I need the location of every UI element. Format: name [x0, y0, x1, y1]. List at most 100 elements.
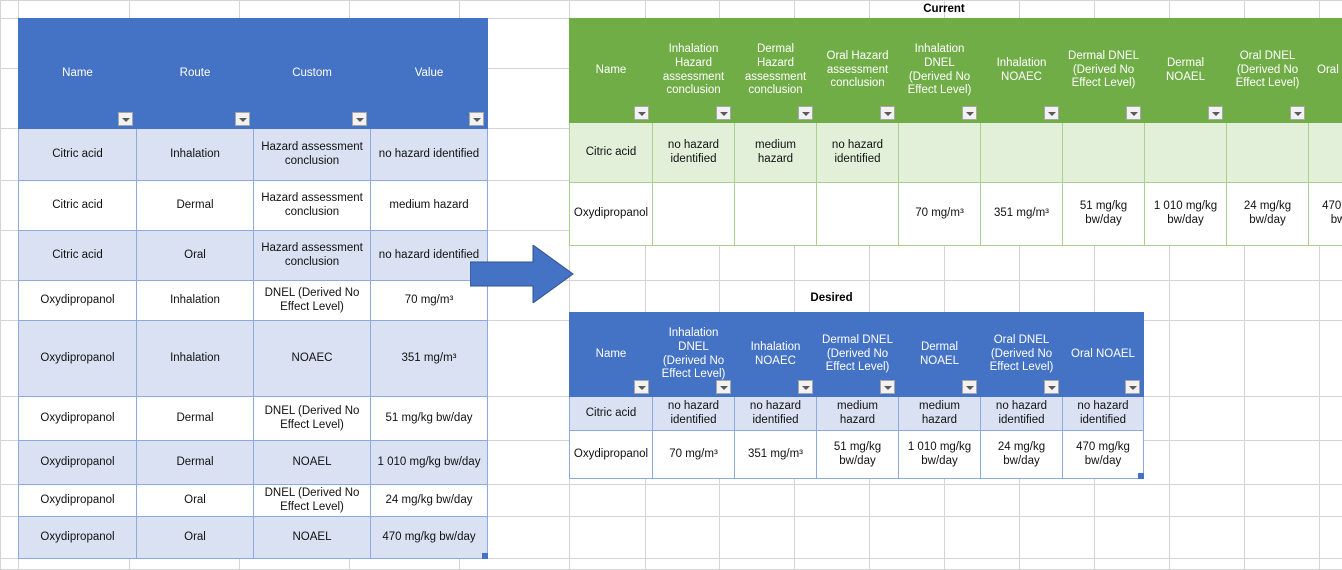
table-cell[interactable]: Hazard assessment conclusion [254, 231, 371, 281]
table-cell[interactable]: Inhalation [137, 129, 254, 181]
filter-dropdown-icon[interactable] [1044, 380, 1059, 394]
source-long-table[interactable]: NameRouteCustomValueCitric acidInhalatio… [18, 18, 488, 559]
table-cell[interactable]: 470 mg/kg bw/day [371, 517, 488, 559]
table-cell[interactable]: 351 mg/m³ [371, 321, 488, 397]
table-cell[interactable]: Citric acid [19, 231, 137, 281]
table-cell[interactable] [1227, 123, 1309, 183]
column-header-5[interactable]: Dermal NOAEL [899, 313, 981, 397]
column-header-1[interactable]: Name [19, 19, 137, 129]
table-cell[interactable]: no hazard identified [735, 397, 817, 431]
column-header-8[interactable]: Dermal NOAEL [1145, 19, 1227, 123]
table-row[interactable]: OxydipropanolOralNOAEL470 mg/kg bw/day [19, 517, 488, 559]
table-cell[interactable]: Oxydipropanol [19, 321, 137, 397]
table-cell[interactable]: Dermal [137, 397, 254, 441]
filter-dropdown-icon[interactable] [634, 106, 649, 120]
table-cell[interactable]: Inhalation [137, 321, 254, 397]
filter-dropdown-icon[interactable] [880, 106, 895, 120]
table-cell[interactable]: 470 mg/kg bw/day [1309, 183, 1342, 246]
table-cell[interactable]: Oxydipropanol [19, 485, 137, 517]
table-cell[interactable]: Oral [137, 517, 254, 559]
filter-dropdown-icon[interactable] [1126, 106, 1141, 120]
table-cell[interactable]: Oxydipropanol [19, 441, 137, 485]
current-pivot-table[interactable]: NameInhalation Hazard assessment conclus… [569, 18, 1342, 246]
filter-dropdown-icon[interactable] [1125, 380, 1140, 394]
table-cell[interactable] [653, 183, 735, 246]
table-cell[interactable]: Oxydipropanol [570, 431, 653, 479]
table-cell[interactable]: Citric acid [570, 123, 653, 183]
column-header-1[interactable]: Name [570, 19, 653, 123]
table-row[interactable]: Oxydipropanol70 mg/m³351 mg/m³51 mg/kg b… [570, 183, 1342, 246]
table-cell[interactable]: no hazard identified [371, 129, 488, 181]
table-cell[interactable]: 70 mg/m³ [653, 431, 735, 479]
table-cell[interactable]: 351 mg/m³ [981, 183, 1063, 246]
column-header-6[interactable]: Oral DNEL (Derived No Effect Level) [981, 313, 1063, 397]
filter-dropdown-icon[interactable] [1044, 106, 1059, 120]
filter-dropdown-icon[interactable] [235, 112, 250, 126]
table-cell[interactable] [735, 183, 817, 246]
column-header-3[interactable]: Dermal Hazard assessment conclusion [735, 19, 817, 123]
table-cell[interactable]: Dermal [137, 181, 254, 231]
table-cell[interactable] [899, 123, 981, 183]
table-cell[interactable]: 1 010 mg/kg bw/day [371, 441, 488, 485]
table-cell[interactable]: DNEL (Derived No Effect Level) [254, 485, 371, 517]
filter-dropdown-icon[interactable] [716, 106, 731, 120]
table-row[interactable]: OxydipropanolDermalNOAEL1 010 mg/kg bw/d… [19, 441, 488, 485]
table-cell[interactable]: DNEL (Derived No Effect Level) [254, 281, 371, 321]
filter-dropdown-icon[interactable] [118, 112, 133, 126]
table-cell[interactable]: DNEL (Derived No Effect Level) [254, 397, 371, 441]
table-cell[interactable]: no hazard identified [653, 123, 735, 183]
table-row[interactable]: OxydipropanolInhalationDNEL (Derived No … [19, 281, 488, 321]
table-cell[interactable]: Oxydipropanol [19, 397, 137, 441]
table-cell[interactable]: Citric acid [570, 397, 653, 431]
table-cell[interactable]: no hazard identified [653, 397, 735, 431]
table-cell[interactable]: 51 mg/kg bw/day [817, 431, 899, 479]
table-cell[interactable]: Oxydipropanol [19, 517, 137, 559]
column-header-2[interactable]: Route [137, 19, 254, 129]
table-cell[interactable]: 24 mg/kg bw/day [371, 485, 488, 517]
table-cell[interactable]: 351 mg/m³ [735, 431, 817, 479]
table-row[interactable]: Citric acidno hazard identifiedmedium ha… [570, 123, 1342, 183]
table-cell[interactable]: no hazard identified [981, 397, 1063, 431]
table-cell[interactable] [817, 183, 899, 246]
table-cell[interactable] [1063, 123, 1145, 183]
table-row[interactable]: Citric acidInhalationHazard assessment c… [19, 129, 488, 181]
column-header-9[interactable]: Oral DNEL (Derived No Effect Level) [1227, 19, 1309, 123]
table-cell[interactable]: medium hazard [735, 123, 817, 183]
table-cell[interactable] [1145, 123, 1227, 183]
column-header-1[interactable]: Name [570, 313, 653, 397]
filter-dropdown-icon[interactable] [880, 380, 895, 394]
column-header-5[interactable]: Inhalation DNEL (Derived No Effect Level… [899, 19, 981, 123]
filter-dropdown-icon[interactable] [469, 112, 484, 126]
filter-dropdown-icon[interactable] [962, 106, 977, 120]
table-cell[interactable]: no hazard identified [1063, 397, 1144, 431]
table-cell[interactable]: Oxydipropanol [19, 281, 137, 321]
column-header-6[interactable]: Inhalation NOAEC [981, 19, 1063, 123]
table-cell[interactable]: medium hazard [371, 181, 488, 231]
table-cell[interactable]: Inhalation [137, 281, 254, 321]
desired-pivot-table[interactable]: NameInhalation DNEL (Derived No Effect L… [569, 312, 1144, 479]
table-cell[interactable]: 24 mg/kg bw/day [1227, 183, 1309, 246]
column-header-2[interactable]: Inhalation Hazard assessment conclusion [653, 19, 735, 123]
table-row[interactable]: Citric acidOralHazard assessment conclus… [19, 231, 488, 281]
table-cell[interactable]: 1 010 mg/kg bw/day [899, 431, 981, 479]
table-cell[interactable]: Citric acid [19, 129, 137, 181]
filter-dropdown-icon[interactable] [716, 380, 731, 394]
table-cell[interactable]: Oxydipropanol [570, 183, 653, 246]
column-header-10[interactable]: Oral NOAEL [1309, 19, 1342, 123]
column-header-2[interactable]: Inhalation DNEL (Derived No Effect Level… [653, 313, 735, 397]
filter-dropdown-icon[interactable] [798, 380, 813, 394]
column-header-3[interactable]: Inhalation NOAEC [735, 313, 817, 397]
column-header-7[interactable]: Oral NOAEL [1063, 313, 1144, 397]
table-cell[interactable]: Oral [137, 485, 254, 517]
table-cell[interactable]: NOAEC [254, 321, 371, 397]
column-header-4[interactable]: Value [371, 19, 488, 129]
table-row[interactable]: Citric acidno hazard identifiedno hazard… [570, 397, 1144, 431]
table-cell[interactable]: Oral [137, 231, 254, 281]
filter-dropdown-icon[interactable] [1290, 106, 1305, 120]
table-cell[interactable]: Hazard assessment conclusion [254, 129, 371, 181]
table-cell[interactable]: NOAEL [254, 441, 371, 485]
table-resize-handle[interactable] [482, 553, 488, 559]
table-cell[interactable]: 51 mg/kg bw/day [1063, 183, 1145, 246]
filter-dropdown-icon[interactable] [798, 106, 813, 120]
filter-dropdown-icon[interactable] [634, 380, 649, 394]
